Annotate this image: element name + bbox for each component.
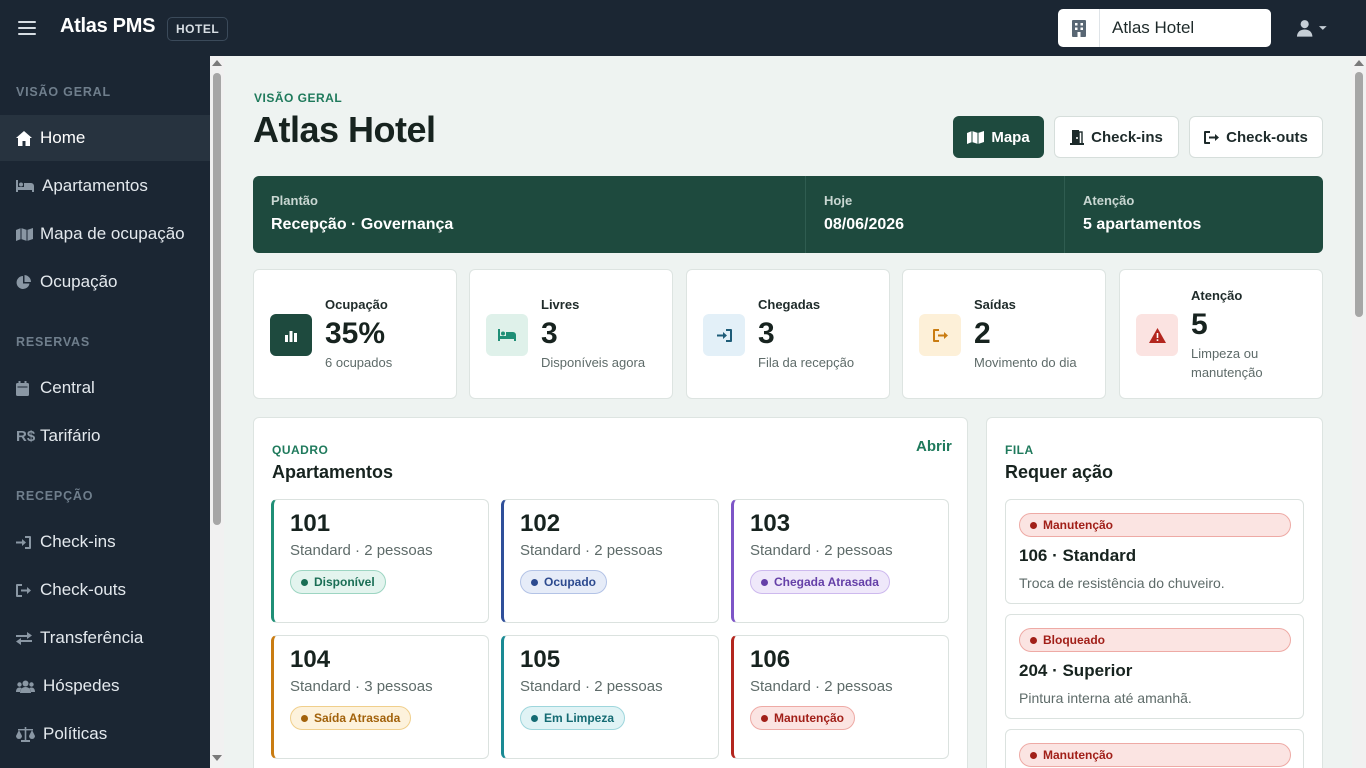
shift-summary-bar: Plantão Recepção · Governança Hoje 08/06…	[253, 176, 1323, 253]
top-bar: Atlas PMS HOTEL Atlas Hotel	[0, 0, 1366, 56]
room-card[interactable]: 104 Standard · 3 pessoas Saída Atrasada	[271, 635, 489, 759]
sidebar: VISÃO GERAL Home Apartamentos Mapa de oc…	[0, 56, 210, 768]
check-outs-button[interactable]: Check-outs	[1189, 116, 1323, 158]
check-ins-button[interactable]: Check-ins	[1054, 116, 1179, 158]
status-badge: Disponível	[290, 570, 386, 594]
room-card[interactable]: 105 Standard · 2 pessoas Em Limpeza	[501, 635, 719, 759]
bed-icon	[486, 314, 528, 356]
door-icon	[1070, 129, 1085, 145]
stat-card-chegadas[interactable]: Chegadas 3 Fila da recepção	[686, 269, 890, 399]
status-badge: Manutenção	[1019, 743, 1291, 767]
currency-icon: R$	[16, 427, 36, 445]
room-card[interactable]: 101 Standard · 2 pessoas Disponível	[271, 499, 489, 623]
menu-toggle-icon[interactable]	[18, 19, 36, 37]
scroll-down-icon[interactable]	[212, 755, 222, 761]
sign-out-icon	[1204, 130, 1220, 144]
scale-icon	[16, 726, 38, 742]
page-eyebrow: VISÃO GERAL	[254, 91, 343, 105]
brand-name: Atlas PMS	[60, 15, 156, 37]
sidebar-item-hospedes[interactable]: Hóspedes	[0, 663, 210, 709]
sidebar-section-recepcao: RECEPÇÃO	[16, 489, 94, 503]
bar-chart-icon	[270, 314, 312, 356]
map-icon	[967, 131, 985, 144]
queue-item[interactable]: Manutenção 106 · Standard Troca de resis…	[1005, 499, 1304, 604]
sidebar-item-mapa-de-ocupacao[interactable]: Mapa de ocupação	[0, 211, 210, 257]
open-board-link[interactable]: Abrir	[916, 438, 952, 455]
sidebar-item-tarifario[interactable]: R$ Tarifário	[0, 413, 210, 459]
map-icon	[16, 227, 38, 242]
stat-card-livres[interactable]: Livres 3 Disponíveis agora	[469, 269, 673, 399]
status-badge: Bloqueado	[1019, 628, 1291, 652]
status-badge: Em Limpeza	[520, 706, 626, 730]
status-badge: Manutenção	[1019, 513, 1291, 537]
shift-plantao: Plantão Recepção · Governança	[271, 193, 454, 233]
sidebar-item-ocupacao[interactable]: Ocupação	[0, 259, 210, 305]
user-menu-button[interactable]	[1296, 18, 1328, 38]
users-icon	[16, 680, 38, 693]
transfer-icon	[16, 631, 38, 645]
chevron-down-icon	[1319, 26, 1328, 30]
sign-out-icon	[919, 314, 961, 356]
sidebar-item-politicas[interactable]: Políticas	[0, 711, 210, 757]
scroll-up-icon[interactable]	[212, 60, 222, 66]
sidebar-scrollbar-thumb[interactable]	[213, 73, 221, 525]
sign-in-icon	[703, 314, 745, 356]
sidebar-item-central[interactable]: Central	[0, 365, 210, 411]
home-icon	[16, 130, 38, 146]
queue-eyebrow: FILA	[1005, 443, 1034, 457]
hotel-selector[interactable]: Atlas Hotel	[1058, 9, 1271, 47]
sidebar-item-transferencia[interactable]: Transferência	[0, 615, 210, 661]
map-button[interactable]: Mapa	[953, 116, 1044, 158]
sidebar-item-check-ins[interactable]: Check-ins	[0, 519, 210, 565]
stat-card-saidas[interactable]: Saídas 2 Movimento do dia	[902, 269, 1106, 399]
sidebar-section-reservas: RESERVAS	[16, 335, 91, 349]
room-card[interactable]: 103 Standard · 2 pessoas Chegada Atrasad…	[731, 499, 949, 623]
status-badge: Ocupado	[520, 570, 608, 594]
page-scroll-up-icon[interactable]	[1354, 60, 1364, 66]
status-badge: Saída Atrasada	[290, 706, 412, 730]
sidebar-section-visao-geral: VISÃO GERAL	[16, 85, 111, 99]
queue-title: Requer ação	[1005, 462, 1114, 482]
sidebar-item-check-outs[interactable]: Check-outs	[0, 567, 210, 613]
board-title: Apartamentos	[272, 462, 394, 482]
hotel-name: Atlas Hotel	[1112, 18, 1195, 37]
sidebar-item-apartamentos[interactable]: Apartamentos	[0, 163, 210, 209]
queue-item[interactable]: Manutenção	[1005, 729, 1304, 768]
sign-out-icon	[16, 583, 38, 597]
warning-icon	[1136, 314, 1178, 356]
page-title: Atlas Hotel	[253, 109, 436, 150]
stat-card-ocupacao[interactable]: Ocupação 35% 6 ocupados	[253, 269, 457, 399]
user-icon	[1296, 20, 1313, 37]
status-badge: Manutenção	[750, 706, 856, 730]
sidebar-item-home[interactable]: Home	[0, 115, 210, 161]
page-scrollbar-thumb[interactable]	[1355, 72, 1363, 317]
status-badge: Chegada Atrasada	[750, 570, 890, 594]
shift-hoje: Hoje 08/06/2026	[805, 176, 1064, 253]
brand-badge: HOTEL	[167, 17, 229, 41]
sign-in-icon	[16, 535, 38, 549]
board-eyebrow: QUADRO	[272, 443, 329, 457]
bed-icon	[16, 180, 38, 192]
room-card[interactable]: 106 Standard · 2 pessoas Manutenção	[731, 635, 949, 759]
pie-chart-icon	[16, 274, 38, 290]
shift-atencao: Atenção 5 apartamentos	[1064, 176, 1323, 253]
room-card[interactable]: 102 Standard · 2 pessoas Ocupado	[501, 499, 719, 623]
calendar-icon	[16, 380, 38, 396]
building-icon	[1058, 9, 1100, 47]
stat-card-atencao[interactable]: Atenção 5 Limpeza ou manutenção	[1119, 269, 1323, 399]
queue-item[interactable]: Bloqueado 204 · Superior Pintura interna…	[1005, 614, 1304, 719]
